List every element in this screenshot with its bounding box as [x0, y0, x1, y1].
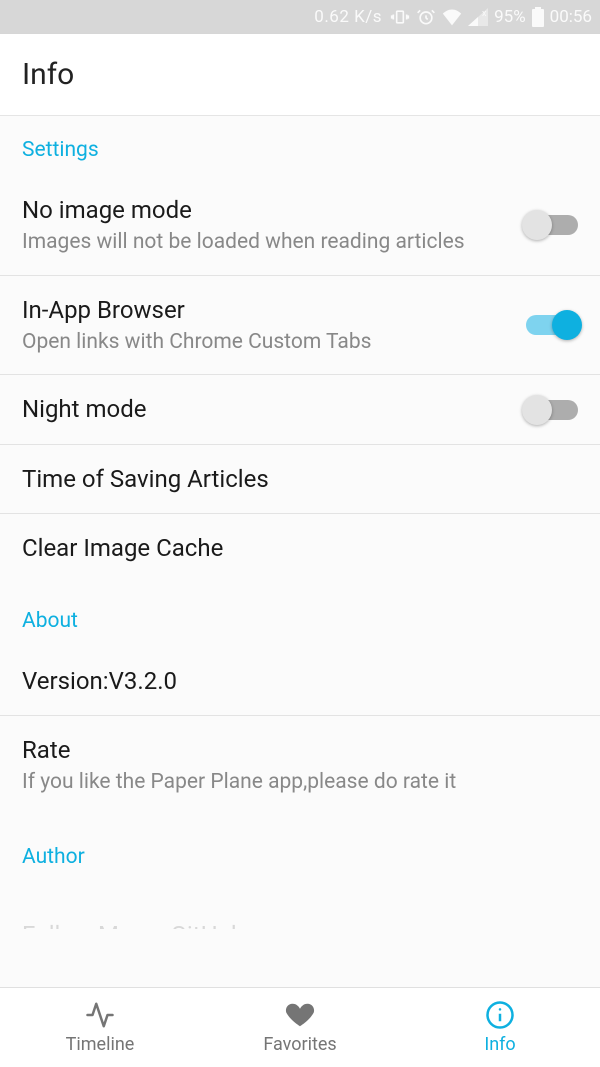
vibrate-icon	[390, 7, 410, 27]
setting-in-app-browser[interactable]: In-App Browser Open links with Chrome Cu…	[0, 276, 600, 376]
setting-night-mode[interactable]: Night mode	[0, 375, 600, 444]
setting-subtitle: Images will not be loaded when reading a…	[22, 228, 510, 256]
app-header: Info	[0, 34, 600, 116]
setting-title: Clear Image Cache	[22, 532, 578, 564]
battery-percent: 95%	[494, 7, 526, 27]
setting-clear-image-cache[interactable]: Clear Image Cache	[0, 514, 600, 582]
nav-label: Favorites	[263, 1034, 336, 1055]
setting-title: Time of Saving Articles	[22, 463, 578, 495]
setting-time-saving-articles[interactable]: Time of Saving Articles	[0, 445, 600, 514]
heart-icon	[285, 1000, 315, 1030]
switch-in-app-browser[interactable]	[526, 315, 578, 335]
info-icon	[485, 1000, 515, 1030]
network-speed: 0.62 K/s	[314, 7, 382, 27]
battery-icon	[532, 7, 544, 27]
nav-timeline[interactable]: Timeline	[0, 988, 200, 1067]
nav-favorites[interactable]: Favorites	[200, 988, 400, 1067]
switch-no-image[interactable]	[526, 215, 578, 235]
nav-info[interactable]: Info	[400, 988, 600, 1067]
setting-subtitle: Open links with Chrome Custom Tabs	[22, 328, 510, 356]
signal-icon: x	[468, 8, 488, 26]
setting-no-image-mode[interactable]: No image mode Images will not be loaded …	[0, 176, 600, 276]
about-rate[interactable]: Rate If you like the Paper Plane app,ple…	[0, 716, 600, 815]
nav-label: Timeline	[66, 1034, 135, 1055]
setting-title: Night mode	[22, 393, 510, 425]
section-header-about: About	[0, 583, 600, 647]
nav-label: Info	[484, 1034, 515, 1055]
setting-title: No image mode	[22, 194, 510, 226]
switch-night-mode[interactable]	[526, 400, 578, 420]
bottom-nav: Timeline Favorites Info	[0, 987, 600, 1067]
clock-time: 00:56	[550, 7, 592, 27]
status-bar: 0.62 K/s x 95% 00:56	[0, 0, 600, 34]
section-header-author: Author	[0, 815, 600, 899]
version-text: Version:V3.2.0	[22, 665, 578, 697]
content-scroll[interactable]: Settings No image mode Images will not b…	[0, 116, 600, 987]
activity-icon	[85, 1000, 115, 1030]
svg-text:x: x	[482, 9, 487, 19]
setting-title: In-App Browser	[22, 294, 510, 326]
section-header-settings: Settings	[0, 116, 600, 176]
alarm-icon	[416, 7, 436, 27]
about-version[interactable]: Version:V3.2.0	[0, 647, 600, 716]
author-follow-item[interactable]: Follow Me on GitHub	[0, 899, 600, 929]
rate-subtitle: If you like the Paper Plane app,please d…	[22, 768, 578, 796]
page-title: Info	[22, 57, 74, 92]
rate-title: Rate	[22, 734, 578, 766]
wifi-icon	[442, 8, 462, 26]
